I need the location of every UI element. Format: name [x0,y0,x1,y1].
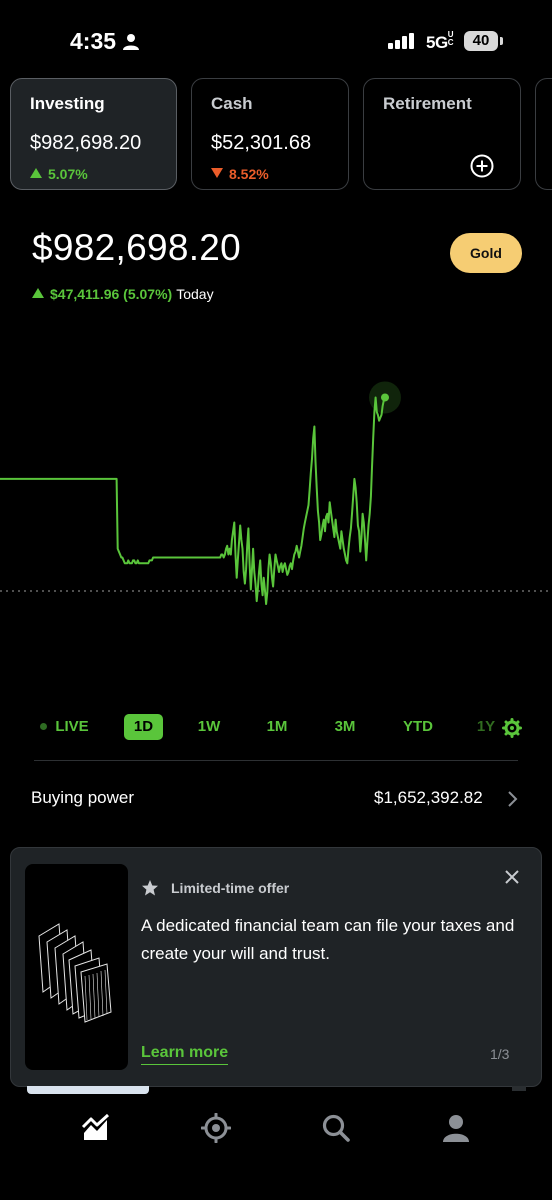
down-arrow-icon [211,168,223,178]
chart-settings-gear-icon[interactable] [502,718,522,738]
stacked-documents-illustration [38,923,112,1023]
offer-body: A dedicated financial team can file your… [141,916,515,963]
status-time: 4:35 [70,28,117,54]
range-1d[interactable]: 1D [124,714,163,740]
chevron-right-icon[interactable] [506,789,518,809]
portfolio-chart-icon[interactable] [81,1113,111,1143]
offer-card[interactable]: Limited-time offer A dedicated financial… [10,847,542,1087]
account-card-value: $52,301.68 [211,132,312,154]
add-circle-icon[interactable] [470,154,494,178]
search-icon[interactable] [321,1113,351,1143]
next-card-peek [27,1086,149,1094]
offer-illustration [25,864,128,1070]
today-change: $47,411.96 (5.07%) [50,286,173,302]
account-card-cash[interactable]: Cash $52,301.68 8.52% [191,78,349,190]
next-card-peek-right [512,1086,526,1091]
offer-page-indicator: 1/3 [490,1046,510,1062]
up-arrow-icon [30,168,42,178]
star-icon [142,880,158,896]
range-3m[interactable]: 3M [326,714,364,740]
range-live[interactable]: LIVE [52,714,92,740]
signal-icon [388,33,414,49]
account-card-title: Retirement [383,94,472,113]
account-card-change: 5.07% [30,166,88,182]
network-suffix: UC [447,30,454,47]
buying-power-value[interactable]: $1,652,392.82 [374,788,483,808]
range-1m[interactable]: 1M [258,714,296,740]
portfolio-chart[interactable] [0,370,552,700]
today-change-row: $47,411.96 (5.07%) Today [32,286,214,302]
tab-bar [0,1100,552,1200]
profile-icon[interactable] [441,1113,471,1143]
person-icon [123,34,139,50]
account-card-change: 8.52% [211,166,269,182]
gold-button[interactable]: Gold [450,233,522,273]
status-bar: 4:35 5GUC 40 [0,0,552,80]
live-indicator-dot [40,723,47,730]
close-icon[interactable] [503,868,521,886]
account-card-retirement[interactable]: Retirement [363,78,521,190]
account-card-title: Cash [211,94,253,113]
account-card-value: $982,698.20 [30,132,142,154]
account-card-investing[interactable]: Investing $982,698.20 5.07% [10,78,177,190]
range-1w[interactable]: 1W [190,714,228,740]
chart-series-line [0,396,386,605]
learn-more-link[interactable]: Learn more [141,1044,229,1065]
divider [34,760,518,761]
account-card-next[interactable] [535,78,552,190]
battery-icon: 40 [464,31,498,51]
network-label: 5GUC [426,31,456,53]
offer-tag: Limited-time offer [171,880,290,896]
range-1y[interactable]: 1Y [472,714,500,740]
portfolio-value: $982,698.20 [32,227,242,268]
time-range-selector: LIVE 1D 1W 1M 3M YTD 1Y [0,710,552,742]
account-card-title: Investing [30,94,105,113]
chart-current-point [381,393,389,402]
range-ytd[interactable]: YTD [398,714,438,740]
up-arrow-icon [32,288,44,298]
buying-power-label[interactable]: Buying power [31,788,134,808]
today-label: Today [176,286,214,302]
crypto-icon[interactable] [201,1113,231,1143]
account-cards: Investing $982,698.20 5.07% Cash $52,301… [0,78,552,193]
battery-nub [500,37,503,45]
